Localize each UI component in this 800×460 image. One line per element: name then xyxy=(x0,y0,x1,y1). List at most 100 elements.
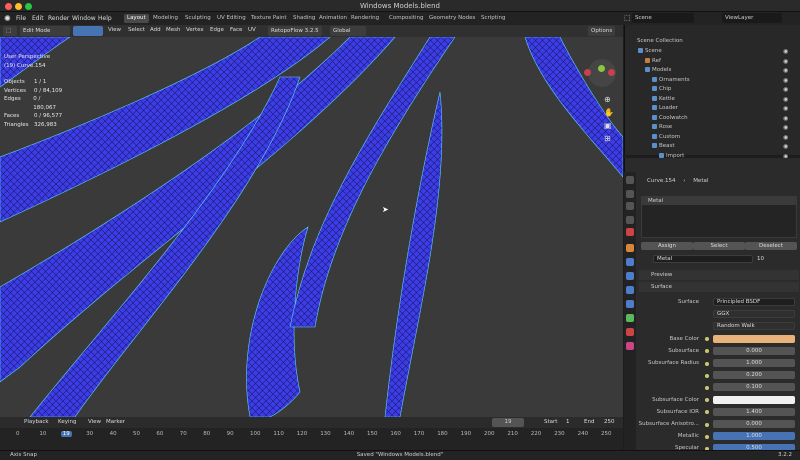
orientation-dropdown[interactable]: Global xyxy=(330,26,366,36)
zoom-icon[interactable]: ⊕ xyxy=(604,95,614,105)
visibility-eye-icon[interactable]: ◉ xyxy=(783,104,788,114)
property-field[interactable]: 0.000 xyxy=(713,346,795,355)
socket-dot-icon[interactable] xyxy=(705,398,709,403)
timeline-menu-view[interactable]: View xyxy=(88,419,101,425)
visibility-eye-icon[interactable]: ◉ xyxy=(783,123,788,133)
outliner-item[interactable]: Rose ◉ xyxy=(625,123,800,133)
property-field[interactable]: 0.100 xyxy=(713,383,795,392)
outliner-item[interactable]: Ornaments ◉ xyxy=(625,76,800,86)
property-field[interactable]: 0.200 xyxy=(713,371,795,380)
visibility-eye-icon[interactable]: ◉ xyxy=(783,57,788,67)
workspace-tab-uv-editing[interactable]: UV Editing xyxy=(214,14,249,23)
workspace-tab-shading[interactable]: Shading xyxy=(290,14,318,23)
retopoflow-button[interactable]: RetopoFlow 3.2.5 xyxy=(268,26,322,36)
blender-logo-icon[interactable]: ✺ xyxy=(4,14,11,23)
socket-dot-icon[interactable] xyxy=(705,422,709,427)
timeline-menu-playback[interactable]: Playback xyxy=(24,419,49,425)
current-frame-field[interactable]: 19 xyxy=(492,418,524,427)
navigation-gizmo[interactable] xyxy=(584,59,616,87)
property-field[interactable] xyxy=(713,334,795,343)
timeline-area[interactable]: 0 10 19 30 40 50 60 70 80 90 100 110 120 130 140 150 160… xyxy=(0,428,623,450)
deselect-button[interactable]: Deselect xyxy=(745,242,797,250)
data-tab-icon[interactable] xyxy=(626,314,634,322)
render-tab-icon[interactable] xyxy=(626,190,634,198)
header-menu-view[interactable]: View xyxy=(108,27,121,33)
visibility-eye-icon[interactable]: ◉ xyxy=(783,133,788,143)
output-tab-icon[interactable] xyxy=(626,202,634,210)
assign-button[interactable]: Assign xyxy=(641,242,693,250)
outliner-item[interactable]: Loader ◉ xyxy=(625,104,800,114)
particles-tab-icon[interactable] xyxy=(626,272,634,280)
material-slot[interactable]: Metal xyxy=(642,197,796,205)
modifier-tab-icon[interactable] xyxy=(626,258,634,266)
x-axis-icon[interactable] xyxy=(584,69,591,76)
workspace-tab-compositing[interactable]: Compositing xyxy=(386,14,426,23)
visibility-eye-icon[interactable]: ◉ xyxy=(783,114,788,124)
material-name-field[interactable]: Metal xyxy=(653,255,753,263)
outliner-item[interactable]: Chip ◉ xyxy=(625,85,800,95)
material-slots-list[interactable]: Metal xyxy=(641,196,797,238)
z-axis-icon[interactable] xyxy=(608,69,615,76)
physics-tab-icon[interactable] xyxy=(626,286,634,294)
workspace-tab-animation[interactable]: Animation xyxy=(316,14,350,23)
end-value[interactable]: 250 xyxy=(604,419,615,425)
outliner-item[interactable]: Kettle ◉ xyxy=(625,95,800,105)
visibility-eye-icon[interactable]: ◉ xyxy=(783,85,788,95)
header-menu-select[interactable]: Select xyxy=(128,27,145,33)
workspace-tab-rendering[interactable]: Rendering xyxy=(348,14,382,23)
view-layer-selector[interactable]: ViewLayer xyxy=(722,13,782,23)
workspace-tab-sculpting[interactable]: Sculpting xyxy=(182,14,214,23)
visibility-eye-icon[interactable]: ◉ xyxy=(783,76,788,86)
menu-help[interactable]: Help xyxy=(98,15,112,22)
outliner-item[interactable]: Coolwatch ◉ xyxy=(625,114,800,124)
menu-edit[interactable]: Edit xyxy=(32,15,44,22)
header-menu-add[interactable]: Add xyxy=(150,27,161,33)
outliner-item[interactable]: Beast ◉ xyxy=(625,142,800,152)
header-menu-vertex[interactable]: Vertex xyxy=(186,27,204,33)
visibility-eye-icon[interactable]: ◉ xyxy=(783,95,788,105)
header-menu-edge[interactable]: Edge xyxy=(210,27,224,33)
property-field[interactable]: 1.400 xyxy=(713,407,795,416)
outliner-item[interactable]: Ref ◉ xyxy=(625,57,800,67)
constraints-tab-icon[interactable] xyxy=(626,300,634,308)
visibility-eye-icon[interactable]: ◉ xyxy=(783,66,788,76)
surface-panel[interactable]: Surface xyxy=(639,282,799,292)
property-field[interactable]: 1.000 xyxy=(713,359,795,367)
socket-dot-icon[interactable] xyxy=(705,337,709,342)
property-field[interactable] xyxy=(713,395,795,404)
property-field[interactable]: Random Walk xyxy=(713,322,795,331)
visibility-eye-icon[interactable]: ◉ xyxy=(783,142,788,152)
menu-render[interactable]: Render xyxy=(48,15,69,22)
outliner-root[interactable]: Scene Collection xyxy=(625,37,800,47)
header-menu-face[interactable]: Face xyxy=(230,27,242,33)
tool-tab-icon[interactable] xyxy=(626,176,634,184)
property-field[interactable]: 0.000 xyxy=(713,420,795,428)
mode-dropdown[interactable]: Edit Mode xyxy=(20,26,70,36)
socket-dot-icon[interactable] xyxy=(705,434,709,439)
camera-icon[interactable]: ▣ xyxy=(604,121,614,131)
socket-dot-icon[interactable] xyxy=(705,410,709,415)
scene-tab-icon[interactable] xyxy=(626,216,634,224)
property-field[interactable]: Principled BSDF xyxy=(713,298,795,306)
object-tab-icon[interactable] xyxy=(626,244,634,252)
start-value[interactable]: 1 xyxy=(566,419,570,425)
socket-dot-icon[interactable] xyxy=(705,349,709,354)
workspace-tab-modeling[interactable]: Modeling xyxy=(150,14,181,23)
timeline-menu-keying[interactable]: Keying xyxy=(58,419,76,425)
timeline-menu-marker[interactable]: Marker xyxy=(106,419,125,425)
header-menu-uv[interactable]: UV xyxy=(248,27,256,33)
preview-panel[interactable]: Preview xyxy=(639,270,799,280)
outliner-item[interactable]: Scene ◉ xyxy=(625,47,800,57)
property-field[interactable]: GGX xyxy=(713,310,795,319)
menu-window[interactable]: Window xyxy=(72,15,96,22)
menu-file[interactable]: File xyxy=(16,15,26,22)
socket-dot-icon[interactable] xyxy=(705,385,709,390)
material-tab-icon[interactable] xyxy=(626,328,634,336)
options-dropdown[interactable]: Options xyxy=(588,26,616,36)
3d-viewport[interactable]: User Perspective (19) Curve.154 Objects 1… xyxy=(0,37,623,417)
outliner-item[interactable]: Models ◉ xyxy=(625,66,800,76)
header-menu-mesh[interactable]: Mesh xyxy=(166,27,180,33)
workspace-tab-geometry-nodes[interactable]: Geometry Nodes xyxy=(426,14,478,23)
property-field[interactable]: 1.000 xyxy=(713,432,795,441)
outliner-item[interactable]: Custom ◉ xyxy=(625,133,800,143)
